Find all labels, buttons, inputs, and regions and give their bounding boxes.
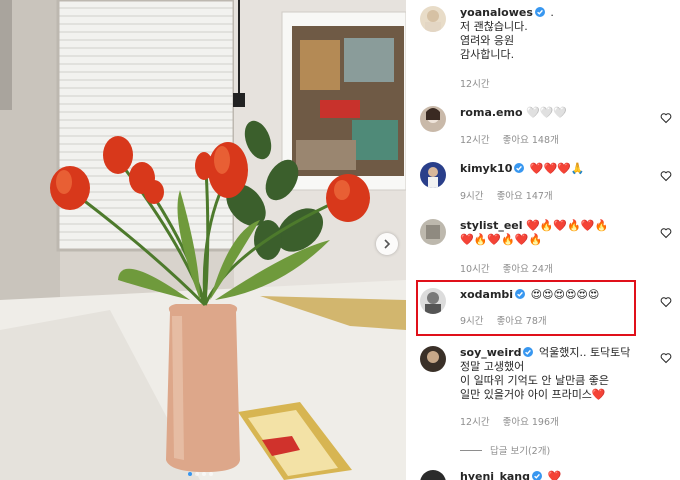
comment-username[interactable]: soy_weird xyxy=(460,346,521,359)
comment-meta: 9시간 좋아요 147개 xyxy=(460,188,563,202)
comment-time[interactable]: 12시간 xyxy=(460,79,490,90)
comment-likes[interactable]: 좋아요 78개 xyxy=(497,316,547,327)
comment-text: ❤️ xyxy=(547,470,562,480)
carousel-dot xyxy=(188,472,192,476)
comment-body: hyeni_kang ❤️ xyxy=(460,470,650,480)
comment-body: stylist_eel ❤️🔥❤️🔥❤️🔥 ❤️🔥❤️🔥❤️🔥 xyxy=(460,219,650,247)
avatar[interactable] xyxy=(420,106,446,132)
comment-likes[interactable]: 좋아요 148개 xyxy=(503,135,559,146)
comment-username[interactable]: xodambi xyxy=(460,288,513,301)
comment-text: . xyxy=(550,6,554,19)
comment-text: ❤️❤️❤️🙏 xyxy=(529,162,585,175)
comment-time[interactable]: 12시간 xyxy=(460,135,490,146)
chevron-right-icon xyxy=(384,239,391,249)
avatar[interactable] xyxy=(420,162,446,188)
verified-badge-icon xyxy=(532,471,543,480)
carousel-indicator xyxy=(188,472,213,476)
comment-meta: 12시간 xyxy=(460,76,500,90)
verified-badge-icon xyxy=(514,163,525,173)
tulip-photo-illustration xyxy=(0,0,406,480)
comment-time[interactable]: 9시간 xyxy=(460,316,484,327)
comment-text: 정말 고생했어 xyxy=(460,360,525,373)
comment-meta: 12시간 좋아요 148개 xyxy=(460,132,569,146)
comment-body: soy_weird 억울했지.. 토닥토닥 정말 고생했어 이 일따위 기억도 … xyxy=(460,346,650,402)
comment-text: 저 괜찮습니다. xyxy=(460,20,528,33)
comment-meta: 12시간 좋아요 196개 xyxy=(460,414,569,428)
carousel-dot xyxy=(195,472,199,476)
replies-divider xyxy=(460,449,482,451)
comment-body: yoanalowes . 저 괜찮습니다. 염려와 응원 감사합니다. xyxy=(460,6,650,62)
comment-text: ❤️🔥❤️🔥❤️🔥 xyxy=(526,219,609,232)
comment-likes[interactable]: 좋아요 196개 xyxy=(503,417,559,428)
carousel-next-button[interactable] xyxy=(376,233,398,255)
comment-time[interactable]: 9시간 xyxy=(460,191,484,202)
verified-badge-icon xyxy=(515,289,526,299)
avatar[interactable] xyxy=(420,6,446,32)
comment-meta: 9시간 좋아요 78개 xyxy=(460,313,557,327)
avatar[interactable] xyxy=(420,288,446,314)
verified-badge-icon xyxy=(534,7,545,17)
comment-body: roma.emo 🤍🤍🤍 xyxy=(460,106,650,120)
comment-text: 😍😍😍😍😍😍 xyxy=(530,288,600,301)
heart-outline-icon[interactable] xyxy=(660,112,672,124)
comment-time[interactable]: 12시간 xyxy=(460,417,490,428)
post-photo[interactable] xyxy=(0,0,406,480)
comment-text: 감사합니다. xyxy=(460,48,515,61)
heart-outline-icon[interactable] xyxy=(660,170,672,182)
comment-username[interactable]: roma.emo xyxy=(460,106,523,119)
comment-username[interactable]: yoanalowes xyxy=(460,6,533,19)
comment-body: xodambi 😍😍😍😍😍😍 xyxy=(460,288,650,302)
view-replies-button[interactable]: 답글 보기(2개) xyxy=(460,443,550,457)
heart-outline-icon[interactable] xyxy=(660,296,672,308)
avatar[interactable] xyxy=(420,346,446,372)
comment-text: 억울했지.. 토닥토닥 xyxy=(538,346,631,359)
comment-time[interactable]: 10시간 xyxy=(460,264,490,275)
heart-outline-icon[interactable] xyxy=(660,352,672,364)
heart-outline-icon[interactable] xyxy=(660,227,672,239)
comment-meta: 10시간 좋아요 24개 xyxy=(460,261,563,275)
carousel-dot xyxy=(202,472,206,476)
comment-body: kimyk10 ❤️❤️❤️🙏 xyxy=(460,162,650,176)
comments-panel[interactable]: yoanalowes . 저 괜찮습니다. 염려와 응원 감사합니다. 12시간… xyxy=(406,0,680,480)
avatar[interactable] xyxy=(420,470,446,480)
comment-text: 일만 있을거야 아이 프라미스❤️ xyxy=(460,388,606,401)
comment-text: 이 일따위 기억도 안 날만큼 좋은 xyxy=(460,374,610,387)
comment-likes[interactable]: 좋아요 24개 xyxy=(503,264,553,275)
avatar[interactable] xyxy=(420,219,446,245)
comment-text: 🤍🤍🤍 xyxy=(526,106,568,119)
carousel-dot xyxy=(209,472,213,476)
view-replies-label: 답글 보기(2개) xyxy=(490,446,551,457)
comment-text: ❤️🔥❤️🔥❤️🔥 xyxy=(460,233,543,246)
comment-username[interactable]: kimyk10 xyxy=(460,162,512,175)
comment-username[interactable]: stylist_eel xyxy=(460,219,523,232)
verified-badge-icon xyxy=(523,347,534,357)
comment-likes[interactable]: 좋아요 147개 xyxy=(497,191,553,202)
comment-text: 염려와 응원 xyxy=(460,34,515,47)
comment-username[interactable]: hyeni_kang xyxy=(460,470,530,480)
